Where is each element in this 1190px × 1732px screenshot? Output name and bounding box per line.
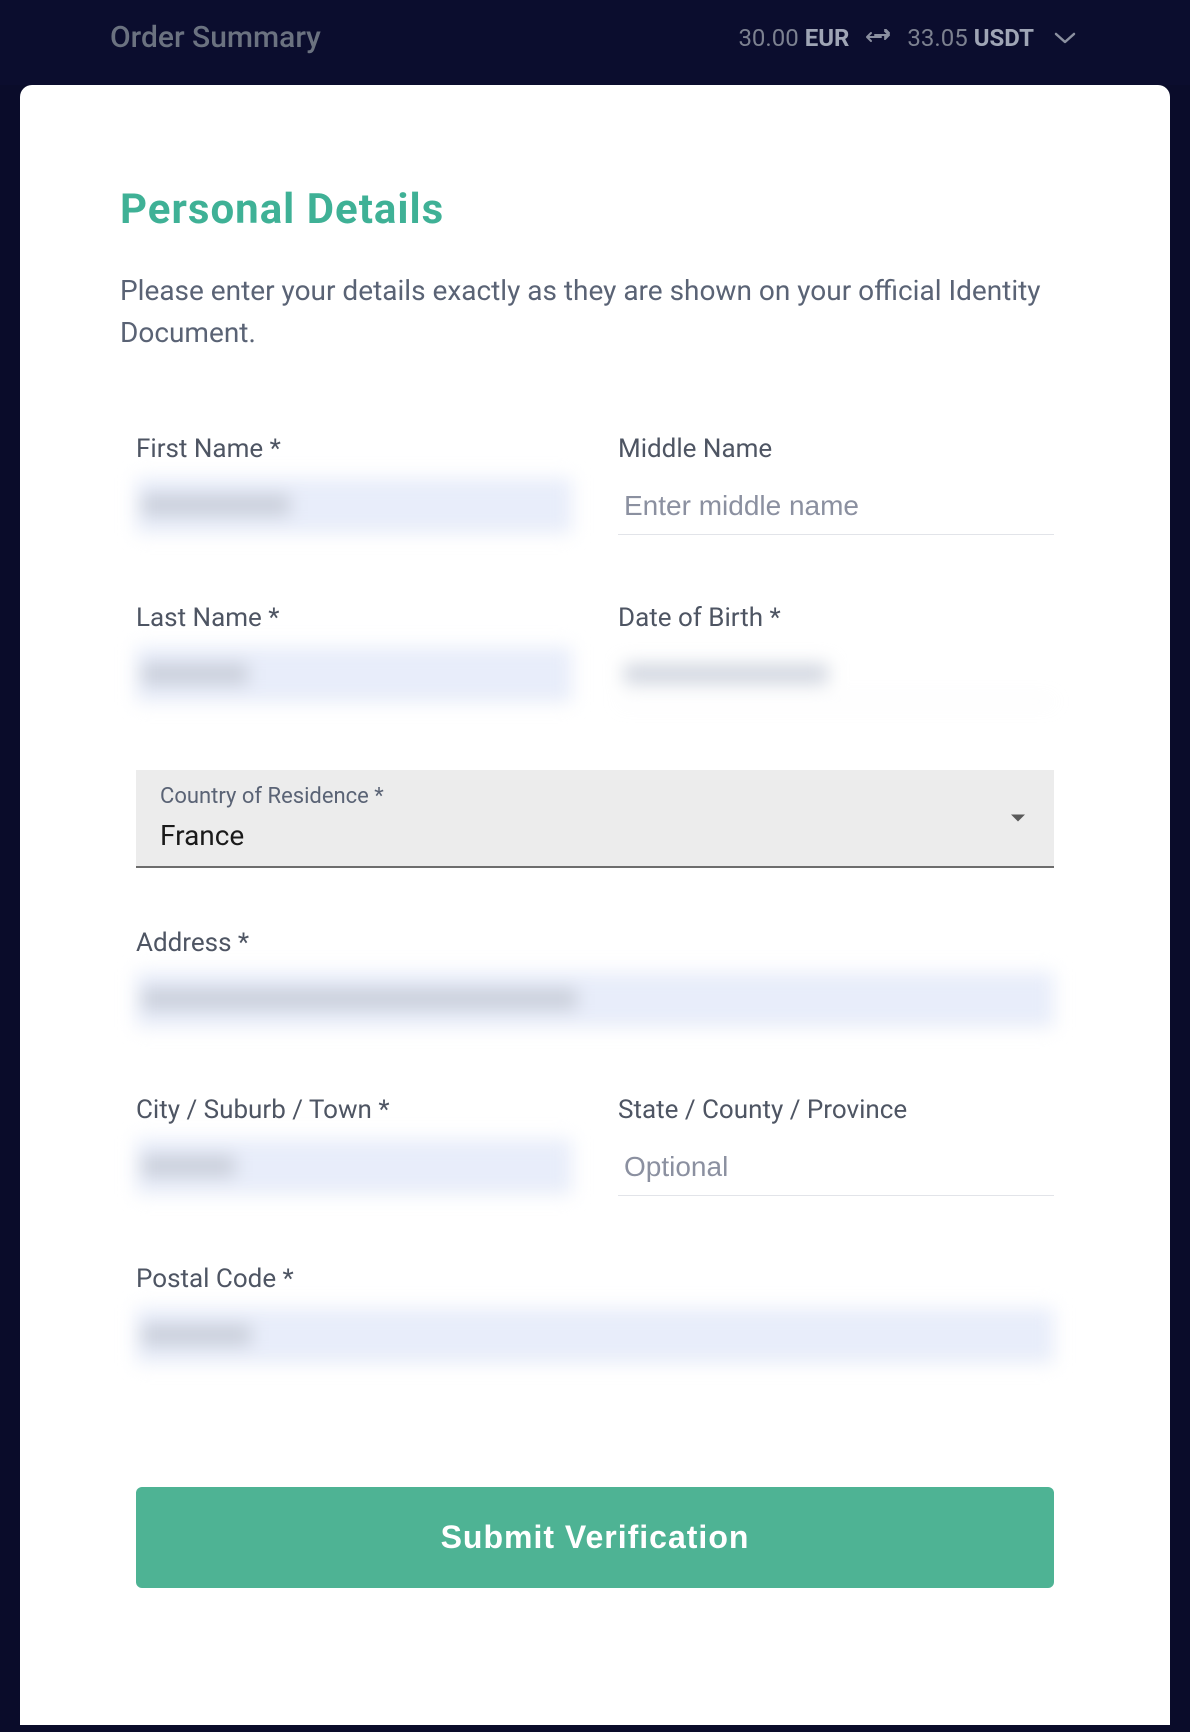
form-row: City / Suburb / Town * State / County / …	[136, 1095, 1054, 1196]
order-summary-title: Order Summary	[110, 20, 321, 55]
amount-to-value: 33.05	[907, 24, 967, 52]
expand-summary-button[interactable]	[1050, 26, 1080, 50]
country-value: France	[160, 819, 1030, 852]
personal-details-card: Personal Details Please enter your detai…	[20, 85, 1170, 1725]
form-row: Address *	[136, 928, 1054, 1027]
dob-input[interactable]	[618, 647, 1054, 702]
state-field: State / County / Province	[618, 1095, 1054, 1196]
order-summary-amounts: 30.00EUR 33.05USDT	[738, 24, 1080, 52]
postal-code-field: Postal Code *	[136, 1264, 1054, 1363]
address-field: Address *	[136, 928, 1054, 1027]
postal-code-label: Postal Code *	[136, 1264, 1054, 1294]
amount-from-currency: EUR	[805, 24, 850, 52]
last-name-label: Last Name *	[136, 603, 572, 633]
middle-name-field: Middle Name	[618, 434, 1054, 535]
form-container: First Name * Middle Name Last Name * Dat…	[120, 434, 1070, 1588]
submit-verification-button[interactable]: Submit Verification	[136, 1487, 1054, 1588]
swap-icon	[865, 29, 891, 47]
dob-label: Date of Birth *	[618, 603, 1054, 633]
country-label: Country of Residence *	[160, 784, 1030, 809]
state-label: State / County / Province	[618, 1095, 1054, 1125]
form-row: Last Name * Date of Birth *	[136, 603, 1054, 702]
dob-field: Date of Birth *	[618, 603, 1054, 702]
middle-name-label: Middle Name	[618, 434, 1054, 464]
city-label: City / Suburb / Town *	[136, 1095, 572, 1125]
page-description: Please enter your details exactly as the…	[120, 270, 1070, 354]
country-select[interactable]: Country of Residence * France	[136, 770, 1054, 868]
address-input[interactable]	[136, 972, 1054, 1027]
first-name-field: First Name *	[136, 434, 572, 535]
form-row: Postal Code *	[136, 1264, 1054, 1363]
amount-to: 33.05USDT	[907, 24, 1034, 52]
amount-from: 30.00EUR	[738, 24, 849, 52]
city-field: City / Suburb / Town *	[136, 1095, 572, 1196]
first-name-input[interactable]	[136, 478, 572, 533]
address-label: Address *	[136, 928, 1054, 958]
form-row: First Name * Middle Name	[136, 434, 1054, 535]
last-name-input[interactable]	[136, 647, 572, 702]
first-name-label: First Name *	[136, 434, 572, 464]
middle-name-input[interactable]	[618, 478, 1054, 535]
amount-to-currency: USDT	[974, 24, 1034, 52]
city-input[interactable]	[136, 1139, 572, 1194]
order-summary-bar: Order Summary 30.00EUR 33.05USDT	[0, 0, 1190, 85]
amount-from-value: 30.00	[738, 24, 798, 52]
state-input[interactable]	[618, 1139, 1054, 1196]
postal-code-input[interactable]	[136, 1308, 1054, 1363]
caret-down-icon	[1010, 809, 1026, 828]
page-title: Personal Details	[120, 185, 1070, 234]
last-name-field: Last Name *	[136, 603, 572, 702]
